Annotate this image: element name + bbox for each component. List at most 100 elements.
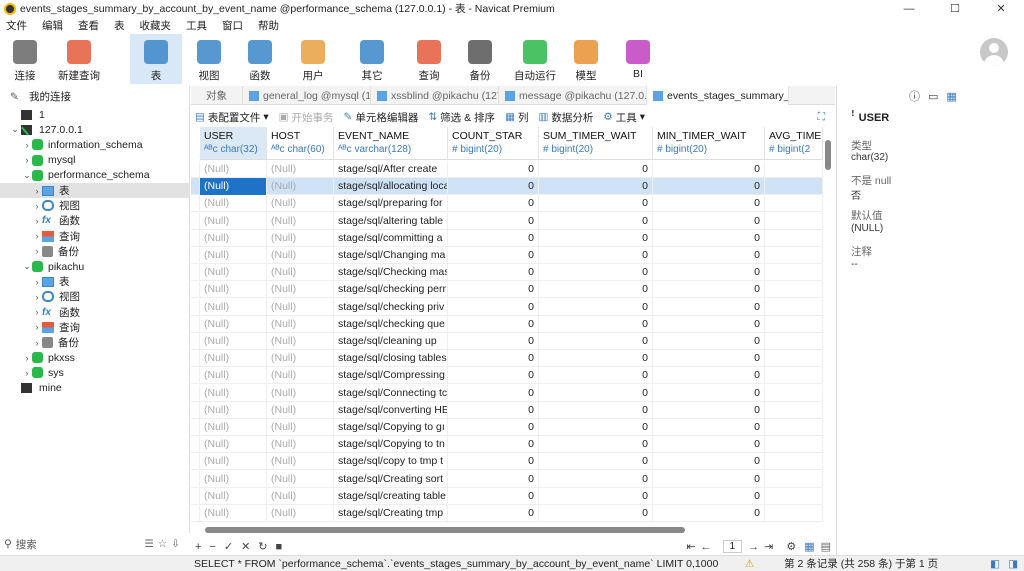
table-cell[interactable]: 0 bbox=[448, 436, 539, 454]
sidebar-item[interactable]: › 视图 bbox=[0, 289, 190, 304]
row-indicator[interactable] bbox=[191, 315, 200, 333]
ddl-icon[interactable]: ▭ bbox=[928, 91, 946, 103]
table-cell[interactable]: (Null) bbox=[200, 161, 267, 178]
table-config-button[interactable]: ▤ 表配置文件 ▾ bbox=[191, 110, 269, 125]
table-cell[interactable]: (Null) bbox=[200, 505, 267, 522]
warning-icon[interactable]: ⚠ bbox=[745, 558, 754, 570]
table-row[interactable]: (Null) (Null) stage/sql/Checking mas 0 0 0 bbox=[191, 264, 823, 282]
row-indicator[interactable] bbox=[191, 401, 200, 419]
table-cell[interactable]: (Null) bbox=[267, 315, 334, 333]
chevron-right-icon[interactable]: › bbox=[32, 307, 42, 317]
sidebar-item[interactable]: mine bbox=[0, 381, 190, 396]
filter-sort-button[interactable]: ⇅ 筛选 & 排序 bbox=[428, 110, 495, 125]
table-cell[interactable] bbox=[765, 195, 823, 213]
info-panel-icons[interactable]: ⓘ▭▦ bbox=[909, 88, 965, 104]
chevron-right-icon[interactable]: › bbox=[32, 186, 42, 196]
sidebar-item[interactable]: › 查询 bbox=[0, 229, 190, 244]
sidebar-item[interactable]: › 表 bbox=[0, 183, 190, 198]
sidebar-item[interactable]: › pkxss bbox=[0, 350, 190, 365]
table-cell[interactable]: 0 bbox=[539, 453, 653, 471]
table-cell[interactable]: stage/sql/altering table bbox=[334, 212, 448, 230]
table-cell[interactable]: (Null) bbox=[200, 367, 267, 385]
toolbar-view-button[interactable]: 视图 bbox=[190, 34, 228, 84]
table-cell[interactable]: (Null) bbox=[200, 487, 267, 505]
table-row[interactable]: (Null) (Null) stage/sql/checking priv 0 0 0 bbox=[191, 298, 823, 316]
table-cell[interactable]: (Null) bbox=[267, 298, 334, 316]
table-row[interactable]: (Null) (Null) stage/sql/Connecting tc 0 0 0 bbox=[191, 384, 823, 402]
table-cell[interactable]: 0 bbox=[539, 264, 653, 282]
toolbar-table-button[interactable]: 表 bbox=[130, 34, 182, 84]
table-cell[interactable]: (Null) bbox=[200, 315, 267, 333]
row-indicator[interactable] bbox=[191, 333, 200, 350]
tab-4[interactable]: events_stages_summary_b... bbox=[647, 86, 789, 105]
table-row[interactable]: (Null) (Null) stage/sql/checking perr 0 0 0 bbox=[191, 281, 823, 299]
table-cell[interactable]: 0 bbox=[448, 470, 539, 488]
table-cell[interactable]: stage/sql/Checking mas bbox=[334, 264, 448, 282]
table-cell[interactable] bbox=[765, 505, 823, 522]
column-header-min_timer_wait[interactable]: MIN_TIMER_WAIT # bigint(20) bbox=[653, 127, 765, 160]
table-cell[interactable]: (Null) bbox=[267, 264, 334, 282]
table-cell[interactable]: 0 bbox=[653, 247, 765, 264]
table-cell[interactable]: stage/sql/cleaning up bbox=[334, 333, 448, 350]
table-cell[interactable]: 0 bbox=[653, 195, 765, 213]
table-cell[interactable]: 0 bbox=[539, 298, 653, 316]
table-cell[interactable]: 0 bbox=[653, 367, 765, 385]
table-cell[interactable] bbox=[765, 178, 823, 196]
toolbar-user-button[interactable]: 用户 bbox=[290, 34, 336, 84]
table-cell[interactable]: (Null) bbox=[200, 178, 267, 196]
table-row[interactable]: (Null) (Null) stage/sql/Changing ma 0 0 0 bbox=[191, 247, 823, 264]
row-indicator[interactable] bbox=[191, 453, 200, 471]
chevron-right-icon[interactable]: › bbox=[22, 353, 32, 363]
data-analysis-button[interactable]: ▥ 数据分析 bbox=[538, 110, 593, 125]
table-cell[interactable]: 0 bbox=[653, 333, 765, 350]
menu-help[interactable]: 帮助 bbox=[256, 18, 288, 33]
table-cell[interactable] bbox=[765, 212, 823, 230]
table-cell[interactable]: (Null) bbox=[200, 247, 267, 264]
table-cell[interactable] bbox=[765, 384, 823, 402]
chevron-right-icon[interactable]: › bbox=[22, 155, 32, 165]
table-cell[interactable]: (Null) bbox=[200, 401, 267, 419]
user-avatar[interactable] bbox=[980, 38, 1008, 66]
table-cell[interactable]: stage/sql/Creating sort bbox=[334, 470, 448, 488]
sidebar-item[interactable]: › fx 函数 bbox=[0, 213, 190, 228]
right-panel-icon[interactable]: ◨ bbox=[1008, 558, 1018, 570]
toolbar-other-button[interactable]: 其它 bbox=[350, 34, 394, 84]
table-cell[interactable]: 0 bbox=[539, 315, 653, 333]
table-cell[interactable]: 0 bbox=[448, 384, 539, 402]
column-header-sum_timer_wait[interactable]: SUM_TIMER_WAIT # bigint(20) bbox=[539, 127, 653, 160]
table-row[interactable]: (Null) (Null) stage/sql/preparing for 0 0 0 bbox=[191, 195, 823, 213]
table-cell[interactable]: 0 bbox=[448, 333, 539, 350]
toolbar-automation-button[interactable]: 自动运行 bbox=[510, 34, 560, 84]
table-row[interactable]: (Null) (Null) stage/sql/committing a000 bbox=[191, 229, 823, 247]
table-cell[interactable] bbox=[765, 453, 823, 471]
row-indicator[interactable] bbox=[191, 212, 200, 230]
table-cell[interactable]: stage/sql/After create bbox=[334, 161, 448, 178]
table-cell[interactable]: (Null) bbox=[200, 350, 267, 368]
table-cell[interactable]: (Null) bbox=[200, 281, 267, 299]
table-cell[interactable]: (Null) bbox=[200, 453, 267, 471]
table-cell[interactable]: 0 bbox=[539, 436, 653, 454]
table-cell[interactable] bbox=[765, 401, 823, 419]
row-indicator[interactable] bbox=[191, 384, 200, 402]
table-cell[interactable] bbox=[765, 264, 823, 282]
sidebar-item[interactable]: › 备份 bbox=[0, 335, 190, 350]
filter-icon[interactable]: ☰☆⇩ bbox=[144, 538, 184, 550]
menu-favorites[interactable]: 收藏夹 bbox=[138, 18, 181, 33]
table-cell[interactable]: 0 bbox=[539, 195, 653, 213]
chevron-right-icon[interactable]: › bbox=[22, 368, 32, 378]
begin-transaction-button[interactable]: ▣ 开始事务 bbox=[279, 110, 334, 125]
table-row[interactable]: (Null) (Null) stage/sql/Creating tmp 0 0 0 bbox=[191, 505, 823, 522]
table-cell[interactable]: (Null) bbox=[267, 470, 334, 488]
sidebar-item[interactable]: › sys bbox=[0, 365, 190, 380]
chevron-down-icon[interactable]: ⌄ bbox=[10, 124, 20, 135]
table-cell[interactable]: (Null) bbox=[200, 298, 267, 316]
chevron-right-icon[interactable]: › bbox=[32, 322, 42, 332]
page-number-input[interactable]: 1 bbox=[722, 539, 743, 553]
table-cell[interactable]: stage/sql/Creating tmp bbox=[334, 505, 448, 522]
info-icon[interactable]: ⓘ bbox=[909, 91, 928, 103]
table-cell[interactable]: 0 bbox=[653, 315, 765, 333]
table-cell[interactable]: 0 bbox=[448, 401, 539, 419]
sidebar-item[interactable]: ⌄ 127.0.0.1 bbox=[0, 122, 190, 137]
table-row[interactable]: (Null) (Null) stage/sql/Creating sort 0 0 0 bbox=[191, 470, 823, 488]
row-indicator[interactable] bbox=[191, 505, 200, 522]
